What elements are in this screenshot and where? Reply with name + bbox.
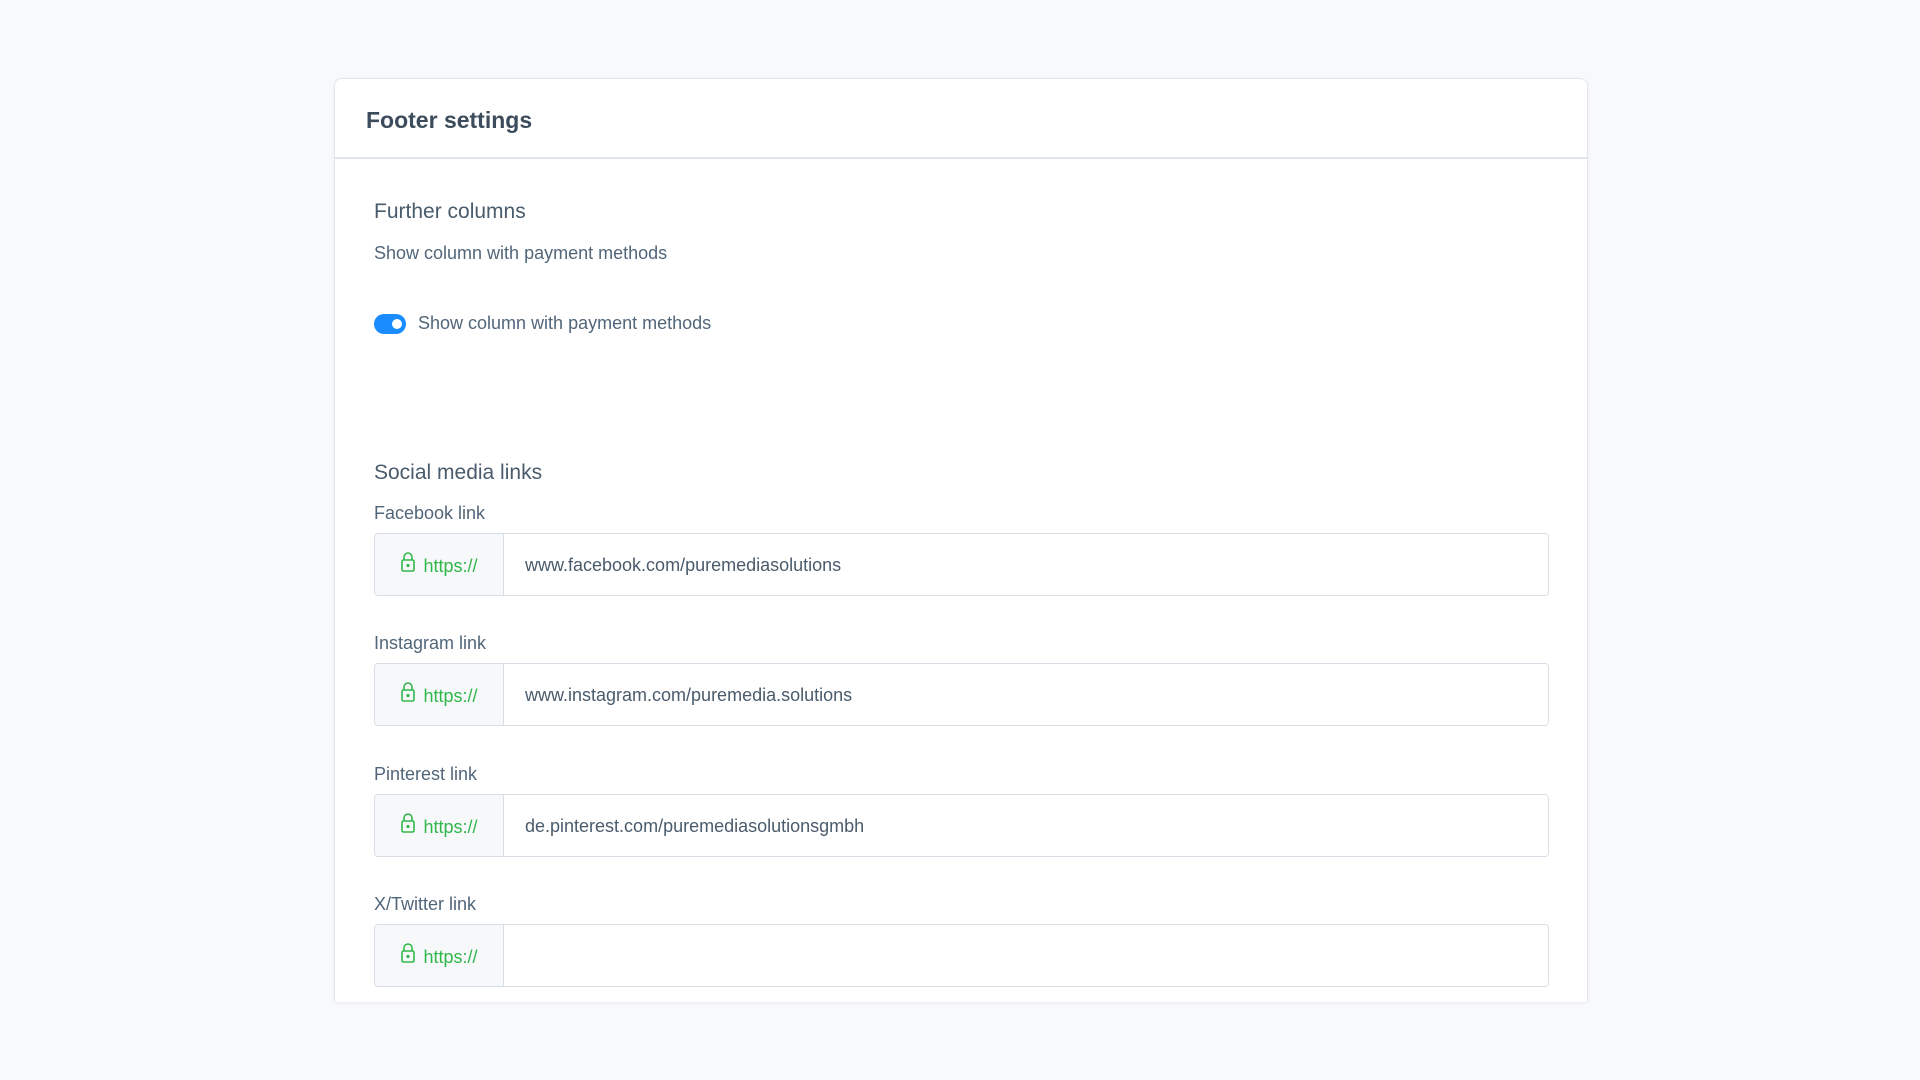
further-columns-title: Further columns (374, 200, 526, 223)
lock-icon (401, 551, 416, 572)
lock-icon (401, 812, 416, 833)
footer-settings-card: Footer settings Further columns Show col… (334, 78, 1588, 1002)
payment-methods-sub-label: Show column with payment methods (374, 243, 668, 263)
card-title: Footer settings (366, 106, 533, 133)
facebook-link-group: https:// (374, 533, 1549, 596)
prefix-text: https:// (423, 817, 478, 837)
facebook-link-label: Facebook link (374, 503, 486, 523)
twitter-link-input[interactable] (504, 925, 1548, 986)
lock-icon (401, 942, 416, 963)
payment-methods-toggle-row[interactable]: Show column with payment methods (374, 313, 711, 334)
twitter-url-prefix: https:// (375, 925, 504, 986)
facebook-url-prefix: https:// (375, 534, 504, 595)
payment-methods-toggle-label[interactable]: Show column with payment methods (418, 313, 711, 334)
twitter-link-label: X/Twitter link (374, 894, 477, 914)
instagram-url-prefix: https:// (375, 664, 504, 725)
prefix-text: https:// (423, 686, 478, 706)
pinterest-link-input[interactable] (504, 795, 1548, 856)
social-media-title: Social media links (374, 461, 543, 484)
lock-icon (401, 681, 416, 702)
payment-methods-toggle[interactable] (374, 313, 406, 334)
facebook-link-input[interactable] (504, 534, 1548, 595)
instagram-link-input[interactable] (504, 664, 1548, 725)
card-header: Footer settings (335, 79, 1587, 159)
pinterest-url-prefix: https:// (375, 795, 504, 856)
instagram-link-group: https:// (374, 663, 1549, 726)
prefix-text: https:// (423, 556, 478, 576)
pinterest-link-label: Pinterest link (374, 764, 478, 784)
prefix-text: https:// (423, 947, 478, 967)
twitter-link-group: https:// (374, 924, 1549, 987)
pinterest-link-group: https:// (374, 794, 1549, 857)
toggle-knob (392, 318, 402, 329)
instagram-link-label: Instagram link (374, 633, 487, 653)
